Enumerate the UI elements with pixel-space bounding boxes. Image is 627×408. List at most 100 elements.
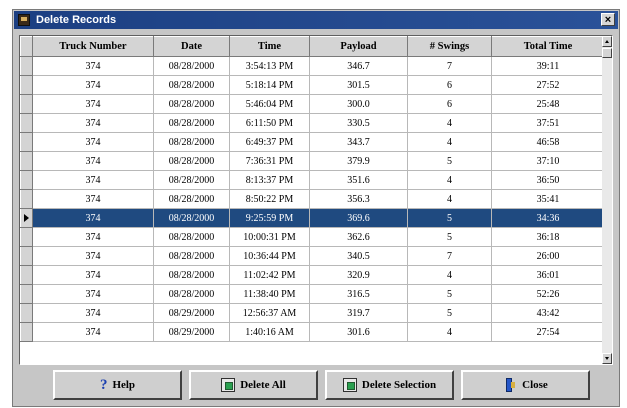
swings-cell[interactable]: 4 xyxy=(407,189,492,209)
payload-cell[interactable]: 300.0 xyxy=(309,94,408,114)
truck-number-cell[interactable]: 374 xyxy=(32,265,154,285)
scroll-down-button[interactable] xyxy=(602,353,612,364)
table-row[interactable]: 374 08/28/2000 6:49:37 PM 343.7 4 46:58 xyxy=(20,132,605,152)
row-indicator[interactable] xyxy=(20,56,33,76)
date-cell[interactable]: 08/28/2000 xyxy=(153,227,230,247)
total-time-cell[interactable]: 25:48 xyxy=(491,94,605,114)
column-header-time[interactable]: Time xyxy=(229,36,310,57)
date-cell[interactable]: 08/28/2000 xyxy=(153,94,230,114)
swings-cell[interactable]: 4 xyxy=(407,170,492,190)
table-row[interactable]: 374 08/28/2000 8:13:37 PM 351.6 4 36:50 xyxy=(20,170,605,190)
payload-cell[interactable]: 356.3 xyxy=(309,189,408,209)
time-cell[interactable]: 11:38:40 PM xyxy=(229,284,310,304)
payload-cell[interactable]: 301.5 xyxy=(309,75,408,95)
row-indicator[interactable] xyxy=(20,322,33,342)
swings-cell[interactable]: 4 xyxy=(407,132,492,152)
truck-number-cell[interactable]: 374 xyxy=(32,322,154,342)
table-row[interactable]: 374 08/28/2000 8:50:22 PM 356.3 4 35:41 xyxy=(20,189,605,209)
total-time-cell[interactable]: 46:58 xyxy=(491,132,605,152)
date-cell[interactable]: 08/28/2000 xyxy=(153,75,230,95)
total-time-cell[interactable]: 27:52 xyxy=(491,75,605,95)
table-row[interactable]: 374 08/28/2000 6:11:50 PM 330.5 4 37:51 xyxy=(20,113,605,133)
date-cell[interactable]: 08/28/2000 xyxy=(153,246,230,266)
swings-cell[interactable]: 4 xyxy=(407,113,492,133)
row-indicator[interactable] xyxy=(20,189,33,209)
date-cell[interactable]: 08/29/2000 xyxy=(153,322,230,342)
payload-cell[interactable]: 301.6 xyxy=(309,322,408,342)
column-header-total-time[interactable]: Total Time xyxy=(491,36,605,57)
truck-number-cell[interactable]: 374 xyxy=(32,75,154,95)
swings-cell[interactable]: 4 xyxy=(407,322,492,342)
row-indicator[interactable] xyxy=(20,75,33,95)
payload-cell[interactable]: 346.7 xyxy=(309,56,408,76)
total-time-cell[interactable]: 43:42 xyxy=(491,303,605,323)
delete-selection-button[interactable]: Delete Selection xyxy=(325,370,454,400)
scroll-up-button[interactable] xyxy=(602,36,612,47)
payload-cell[interactable]: 379.9 xyxy=(309,151,408,171)
time-cell[interactable]: 11:02:42 PM xyxy=(229,265,310,285)
table-row[interactable]: 374 08/28/2000 11:38:40 PM 316.5 5 52:26 xyxy=(20,284,605,304)
payload-cell[interactable]: 316.5 xyxy=(309,284,408,304)
date-cell[interactable]: 08/28/2000 xyxy=(153,208,230,228)
time-cell[interactable]: 12:56:37 AM xyxy=(229,303,310,323)
row-indicator[interactable] xyxy=(20,303,33,323)
date-cell[interactable]: 08/29/2000 xyxy=(153,303,230,323)
payload-cell[interactable]: 319.7 xyxy=(309,303,408,323)
table-row[interactable]: 374 08/28/2000 11:02:42 PM 320.9 4 36:01 xyxy=(20,265,605,285)
column-header-swings[interactable]: # Swings xyxy=(407,36,492,57)
total-time-cell[interactable]: 27:54 xyxy=(491,322,605,342)
total-time-cell[interactable]: 37:10 xyxy=(491,151,605,171)
truck-number-cell[interactable]: 374 xyxy=(32,113,154,133)
swings-cell[interactable]: 5 xyxy=(407,227,492,247)
row-indicator[interactable] xyxy=(20,151,33,171)
time-cell[interactable]: 5:18:14 PM xyxy=(229,75,310,95)
total-time-cell[interactable]: 52:26 xyxy=(491,284,605,304)
total-time-cell[interactable]: 34:36 xyxy=(491,208,605,228)
help-button[interactable]: ? Help xyxy=(53,370,182,400)
payload-cell[interactable]: 340.5 xyxy=(309,246,408,266)
time-cell[interactable]: 10:36:44 PM xyxy=(229,246,310,266)
row-indicator[interactable] xyxy=(20,246,33,266)
truck-number-cell[interactable]: 374 xyxy=(32,208,154,228)
swings-cell[interactable]: 6 xyxy=(407,75,492,95)
time-cell[interactable]: 5:46:04 PM xyxy=(229,94,310,114)
delete-all-button[interactable]: Delete All xyxy=(189,370,318,400)
payload-cell[interactable]: 351.6 xyxy=(309,170,408,190)
date-cell[interactable]: 08/28/2000 xyxy=(153,189,230,209)
truck-number-cell[interactable]: 374 xyxy=(32,227,154,247)
date-cell[interactable]: 08/28/2000 xyxy=(153,151,230,171)
swings-cell[interactable]: 7 xyxy=(407,246,492,266)
table-row-selected[interactable]: 374 08/28/2000 9:25:59 PM 369.6 5 34:36 xyxy=(20,208,605,228)
truck-number-cell[interactable]: 374 xyxy=(32,132,154,152)
total-time-cell[interactable]: 39:11 xyxy=(491,56,605,76)
date-cell[interactable]: 08/28/2000 xyxy=(153,265,230,285)
time-cell[interactable]: 9:25:59 PM xyxy=(229,208,310,228)
records-grid[interactable]: Truck Number Date Time Payload # Swings … xyxy=(19,35,613,365)
date-cell[interactable]: 08/28/2000 xyxy=(153,132,230,152)
table-row[interactable]: 374 08/28/2000 10:36:44 PM 340.5 7 26:00 xyxy=(20,246,605,266)
close-button[interactable]: Close xyxy=(461,370,590,400)
payload-cell[interactable]: 369.6 xyxy=(309,208,408,228)
total-time-cell[interactable]: 26:00 xyxy=(491,246,605,266)
table-row[interactable]: 374 08/28/2000 5:46:04 PM 300.0 6 25:48 xyxy=(20,94,605,114)
swings-cell[interactable]: 4 xyxy=(407,265,492,285)
row-indicator[interactable] xyxy=(20,132,33,152)
truck-number-cell[interactable]: 374 xyxy=(32,56,154,76)
truck-number-cell[interactable]: 374 xyxy=(32,170,154,190)
time-cell[interactable]: 7:36:31 PM xyxy=(229,151,310,171)
swings-cell[interactable]: 5 xyxy=(407,303,492,323)
payload-cell[interactable]: 320.9 xyxy=(309,265,408,285)
date-cell[interactable]: 08/28/2000 xyxy=(153,170,230,190)
total-time-cell[interactable]: 37:51 xyxy=(491,113,605,133)
table-row[interactable]: 374 08/28/2000 10:00:31 PM 362.6 5 36:18 xyxy=(20,227,605,247)
row-indicator[interactable] xyxy=(20,113,33,133)
time-cell[interactable]: 8:13:37 PM xyxy=(229,170,310,190)
title-bar[interactable]: Delete Records × xyxy=(14,11,618,29)
swings-cell[interactable]: 5 xyxy=(407,151,492,171)
table-row[interactable]: 374 08/28/2000 3:54:13 PM 346.7 7 39:11 xyxy=(20,56,605,76)
column-header-truck-number[interactable]: Truck Number xyxy=(32,36,154,57)
truck-number-cell[interactable]: 374 xyxy=(32,303,154,323)
time-cell[interactable]: 1:40:16 AM xyxy=(229,322,310,342)
swings-cell[interactable]: 7 xyxy=(407,56,492,76)
swings-cell[interactable]: 5 xyxy=(407,208,492,228)
